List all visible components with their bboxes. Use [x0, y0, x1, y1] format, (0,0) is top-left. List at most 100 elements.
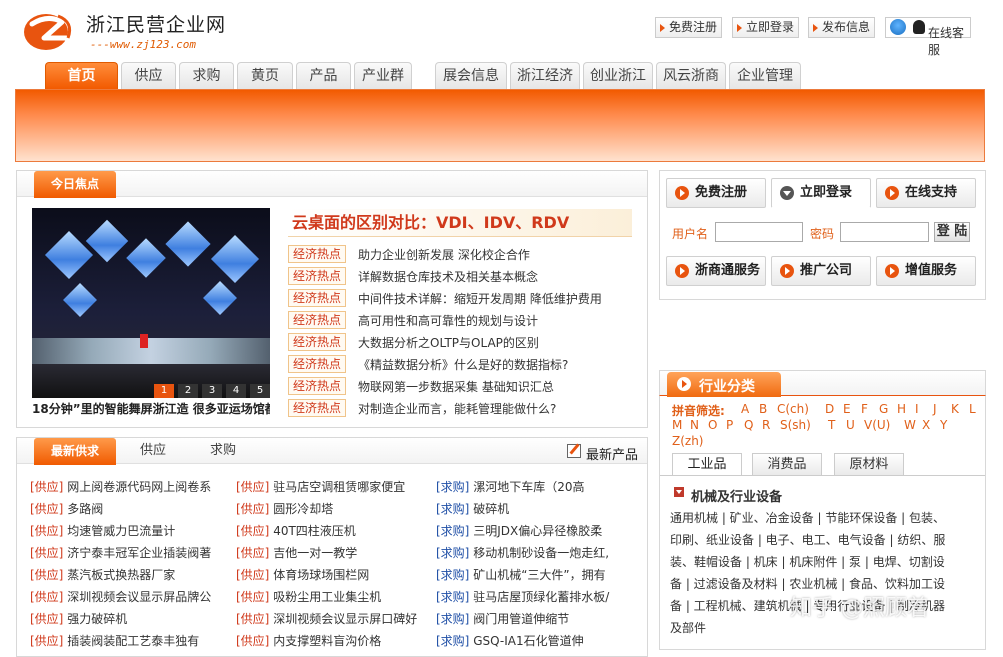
tab-purchase-list[interactable]: 求购 [190, 438, 256, 464]
news-item[interactable]: 经济热点 高可用性和高可靠性的规划与设计 [288, 310, 632, 330]
list-item[interactable]: [供应] 吸粉尘用工业集尘机 [236, 588, 428, 608]
pinyin-letter-link[interactable]: I [915, 402, 919, 416]
pinyin-letter-link[interactable]: F [861, 402, 868, 416]
username-input[interactable] [715, 222, 803, 242]
value-added-button[interactable]: 增值服务 [876, 256, 976, 286]
news-title[interactable]: 《精益数据分析》什么是好的数据指标? [358, 356, 568, 373]
list-item[interactable]: [供应] 蒸汽板式换热器厂家 [30, 566, 226, 586]
news-tag[interactable]: 经济热点 [288, 355, 346, 373]
pinyin-letter-link[interactable]: K [951, 402, 959, 416]
pinyin-letter-link[interactable]: R [762, 418, 770, 432]
news-tag[interactable]: 经济热点 [288, 333, 346, 351]
supply-title[interactable]: 深圳视频会议显示屏口碑好 [273, 612, 417, 626]
list-item[interactable]: [供应] 内支撑塑料盲沟价格 [236, 632, 428, 652]
pinyin-letter-link[interactable]: Y [940, 418, 947, 432]
promote-company-button[interactable]: 推广公司 [771, 256, 871, 286]
news-tag[interactable]: 经济热点 [288, 267, 346, 285]
latest-products-link[interactable]: 最新产品 [586, 444, 638, 463]
news-tag[interactable]: 经济热点 [288, 245, 346, 263]
category-title[interactable]: 机械及行业设备 [691, 486, 782, 505]
focus-image-caption[interactable]: 18分钟”里的智能舞屏浙江造 很多亚运场馆都 [32, 400, 270, 417]
category-links-row[interactable]: 通用机械 | 矿业、冶金设备 | 节能环保设备 | 包装、 [670, 509, 945, 526]
list-item[interactable]: [供应] 济宁泰丰冠军企业插装阀著 [30, 544, 226, 564]
purchase-title[interactable]: 移动机制砂设备一炮走红, [473, 546, 609, 560]
purchase-title[interactable]: GSQ-IA1石化管道伸 [473, 634, 583, 648]
list-item[interactable]: [供应] 吉他一对一教学 [236, 544, 428, 564]
register-link[interactable]: 免费注册 [655, 17, 723, 38]
pinyin-letter-link[interactable]: W [904, 418, 916, 432]
list-item[interactable]: [求购] 驻马店屋顶绿化蓄排水板/ [436, 588, 622, 608]
zheshang-service-button[interactable]: 浙商通服务 [666, 256, 766, 286]
supply-title[interactable]: 40T四柱液压机 [273, 524, 356, 538]
list-item[interactable]: [供应] 40T四柱液压机 [236, 522, 428, 542]
tab-raw-materials[interactable]: 原材料 [834, 453, 904, 475]
tab-products[interactable]: 产品 [296, 62, 351, 89]
news-title[interactable]: 详解数据仓库技术及相关基本概念 [358, 268, 538, 285]
list-item[interactable]: [供应] 插装阀装配工艺泰丰独有 [30, 632, 226, 652]
purchase-title[interactable]: 阀门用管道伸缩节 [473, 612, 569, 626]
news-tag[interactable]: 经济热点 [288, 311, 346, 329]
slide-page-1[interactable]: 1 [154, 384, 174, 398]
supply-title[interactable]: 均速管威力巴流量计 [67, 524, 175, 538]
news-tag[interactable]: 经济热点 [288, 289, 346, 307]
list-item[interactable]: [供应] 深圳视频会议显示屏口碑好 [236, 610, 428, 630]
list-item[interactable]: [求购] 三明JDX偏心异径橡胶柔 [436, 522, 622, 542]
tab-industry-cluster[interactable]: 产业群 [354, 62, 412, 89]
pinyin-letter-link[interactable]: X [922, 418, 930, 432]
login-tab-button[interactable]: 立即登录 [771, 178, 871, 208]
list-item[interactable]: [供应] 体育场球场围栏网 [236, 566, 428, 586]
tab-supply-list[interactable]: 供应 [120, 438, 186, 464]
list-item[interactable]: [求购] 阀门用管道伸缩节 [436, 610, 622, 630]
site-logo-icon[interactable] [22, 8, 78, 52]
supply-title[interactable]: 圆形冷却塔 [273, 502, 333, 516]
purchase-title[interactable]: 驻马店屋顶绿化蓄排水板/ [473, 590, 609, 604]
pinyin-letter-link[interactable]: E [843, 402, 851, 416]
pinyin-letter-link[interactable]: U [846, 418, 855, 432]
online-support-button[interactable]: 在线支持 [876, 178, 976, 208]
slide-page-5[interactable]: 5 [250, 384, 270, 398]
list-item[interactable]: [供应] 均速管威力巴流量计 [30, 522, 226, 542]
news-title[interactable]: 大数据分析之OLTP与OLAP的区别 [358, 334, 539, 351]
pinyin-letter-link[interactable]: H [897, 402, 906, 416]
list-item[interactable]: [供应] 网上阅卷源代码网上阅卷系 [30, 478, 226, 498]
password-input[interactable] [840, 222, 929, 242]
pinyin-letter-link[interactable]: S(sh) [780, 418, 811, 432]
purchase-title[interactable]: 三明JDX偏心异径橡胶柔 [473, 524, 602, 538]
publish-info-link[interactable]: 发布信息 [808, 17, 876, 38]
pinyin-letter-link[interactable]: B [759, 402, 767, 416]
supply-title[interactable]: 吸粉尘用工业集尘机 [273, 590, 381, 604]
list-item[interactable]: [供应] 圆形冷却塔 [236, 500, 428, 520]
login-link[interactable]: 立即登录 [732, 17, 800, 38]
slide-page-2[interactable]: 2 [178, 384, 198, 398]
news-item[interactable]: 经济热点 中间件技术详解：缩短开发周期 降低维护费用 [288, 288, 632, 308]
news-item[interactable]: 经济热点 大数据分析之OLTP与OLAP的区别 [288, 332, 632, 352]
news-title[interactable]: 助力企业创新发展 深化校企合作 [358, 246, 530, 263]
pinyin-letter-link[interactable]: D [825, 402, 834, 416]
pinyin-letter-link[interactable]: Z(zh) [672, 434, 704, 448]
pinyin-letter-link[interactable]: M [672, 418, 682, 432]
supply-title[interactable]: 强力破碎机 [67, 612, 127, 626]
online-service-button[interactable]: 在线客服 [885, 17, 971, 57]
list-item[interactable]: [求购] 移动机制砂设备一炮走红, [436, 544, 622, 564]
supply-title[interactable]: 插装阀装配工艺泰丰独有 [67, 634, 199, 648]
slide-page-4[interactable]: 4 [226, 384, 246, 398]
purchase-title[interactable]: 矿山机械“三大件”，拥有 [473, 568, 605, 582]
pinyin-letter-link[interactable]: G [879, 402, 888, 416]
pinyin-letter-link[interactable]: J [933, 402, 937, 416]
tab-home[interactable]: 首页 [45, 62, 118, 89]
list-item[interactable]: [供应] 强力破碎机 [30, 610, 226, 630]
list-item[interactable]: [供应] 深圳视频会议显示屏品牌公 [30, 588, 226, 608]
pinyin-letter-link[interactable]: C(ch) [777, 402, 809, 416]
focus-headline[interactable]: 云桌面的区别对比：VDI、IDV、RDV [288, 209, 632, 237]
tab-yellow-pages[interactable]: 黄页 [237, 62, 293, 89]
news-title[interactable]: 物联网第一步数据采集 基础知识汇总 [358, 378, 554, 395]
news-item[interactable]: 经济热点 物联网第一步数据采集 基础知识汇总 [288, 376, 632, 396]
supply-title[interactable]: 深圳视频会议显示屏品牌公 [67, 590, 211, 604]
purchase-title[interactable]: 漯河地下车库（20高 [473, 480, 584, 494]
pinyin-letter-link[interactable]: N [690, 418, 699, 432]
supply-title[interactable]: 内支撑塑料盲沟价格 [273, 634, 381, 648]
news-title[interactable]: 高可用性和高可靠性的规划与设计 [358, 312, 538, 329]
supply-title[interactable]: 蒸汽板式换热器厂家 [67, 568, 175, 582]
pinyin-letter-link[interactable]: T [828, 418, 835, 432]
pinyin-letter-link[interactable]: L [969, 402, 976, 416]
